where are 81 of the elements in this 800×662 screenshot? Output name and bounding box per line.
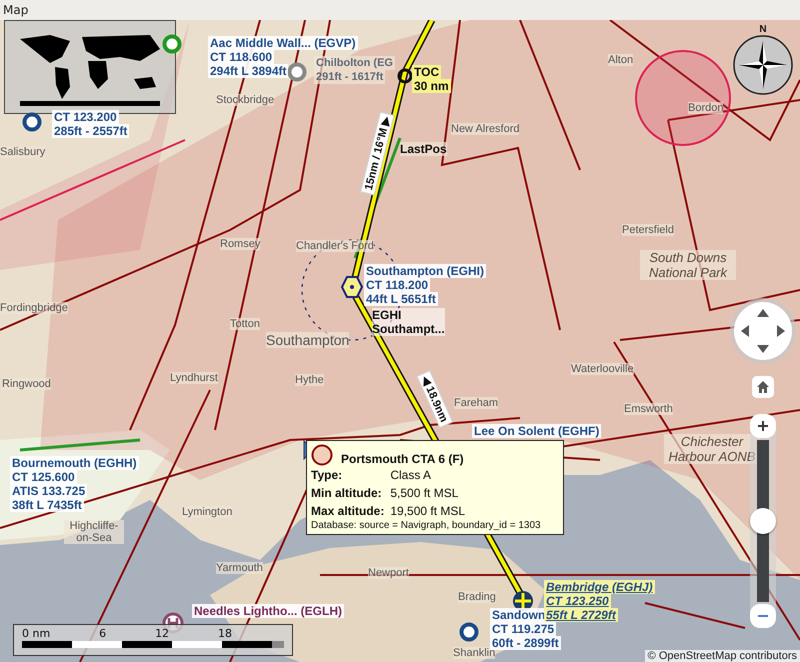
airport-label[interactable]: Bournemouth (EGHH) [10, 456, 139, 470]
airspace-area[interactable] [0, 20, 190, 270]
place-label: Emsworth [624, 403, 673, 415]
place-label: Petersfield [622, 224, 674, 236]
airspace-boundary[interactable] [519, 20, 581, 170]
place-label: Newport [368, 567, 409, 579]
attribution-text[interactable]: © OpenStreetMap contributors [644, 650, 800, 662]
waypoint-icon[interactable] [395, 66, 415, 86]
place-label: Chandler's Ford [296, 240, 374, 252]
airport-label[interactable]: 285ft - 2557ft [52, 124, 130, 138]
airport-label[interactable]: 55ft L 2729ft [544, 608, 618, 622]
field-label: Type: [311, 468, 344, 482]
place-label: New Alresford [451, 123, 520, 135]
plus-icon [757, 420, 769, 432]
place-label: Totton [230, 318, 260, 330]
window-title: Map [3, 3, 28, 17]
airport-label[interactable]: CT 125.600 [10, 470, 77, 484]
place-label: Highcliffe-on-Sea [64, 520, 124, 544]
airport-label[interactable]: ATIS 133.725 [10, 484, 88, 498]
airspace-icon [311, 444, 333, 466]
position-label: LastPos [400, 142, 447, 156]
field-value: Class A [390, 468, 432, 482]
airport-label[interactable]: Needles Lightho... (EGLH) [192, 604, 344, 618]
restricted-area-circle[interactable] [635, 50, 731, 146]
airport-icon[interactable] [22, 112, 42, 132]
home-button[interactable] [752, 376, 774, 398]
airport-label[interactable]: CT 123.200 [52, 110, 119, 124]
airport-label[interactable]: 60ft - 2899ft [490, 636, 561, 650]
place-label: Yarmouth [216, 562, 263, 574]
place-label: Ringwood [2, 378, 51, 390]
tooltip-footer: Database: source = Navigraph, boundary_id = 1303 [311, 520, 559, 531]
airspace-boundary[interactable] [609, 20, 800, 142]
airport-icon[interactable] [459, 622, 479, 642]
place-label: Chichester Harbour AONB [664, 434, 760, 464]
field-value: 5,500 ft MSL [390, 486, 460, 500]
place-label: South Downs National Park [640, 250, 736, 280]
waypoint-label: 30 nm [412, 79, 451, 93]
overview-map[interactable] [4, 20, 176, 114]
place-label: Lyndhurst [170, 372, 218, 384]
airport-label[interactable]: Chilbolton (EG [314, 56, 395, 70]
airport-label[interactable]: 44ft L 5651ft [364, 292, 438, 306]
navaid-label: EGHI [372, 308, 445, 322]
field-label: Max altitude: [311, 504, 384, 518]
airport-label[interactable]: CT 118.200 [364, 278, 430, 292]
field-label: Min altitude: [311, 486, 383, 500]
place-label: Romsey [220, 238, 260, 250]
airport-label[interactable]: Lee On Solent (EGHF) [472, 424, 602, 438]
place-label: Brading [458, 591, 496, 603]
place-label: Waterlooville [571, 363, 634, 375]
home-icon [757, 381, 769, 393]
scale-label: 18 [218, 627, 232, 640]
place-label: Alton [608, 54, 634, 66]
place-label: Bordon [688, 102, 724, 114]
field-value: 19,500 ft MSL [390, 504, 466, 518]
airport-label[interactable]: 294ft L 3894ft [208, 64, 288, 78]
place-label: Shanklin [453, 647, 496, 659]
airport-label[interactable]: CT 119.275 [490, 622, 556, 636]
scale-label: 0 nm [22, 627, 50, 640]
airport-label[interactable]: Southampton (EGHI) [364, 264, 486, 278]
scale-label: 12 [155, 627, 170, 640]
place-label: Southampton [266, 332, 350, 348]
place-label: Fareham [454, 397, 498, 409]
airport-label[interactable]: CT 118.600 [208, 50, 274, 64]
place-label: Fordingbridge [0, 302, 68, 314]
scale-label: 6 [99, 627, 106, 640]
place-label: Hythe [295, 374, 324, 386]
place-label: Lymington [182, 506, 232, 518]
pan-control[interactable] [734, 302, 792, 360]
airport-label[interactable]: CT 123.250 [544, 594, 611, 608]
airport-label[interactable]: Aac Middle Wall... (EGVP) [208, 36, 358, 50]
place-label: Stockbridge [216, 94, 274, 106]
place-label: Salisbury [0, 146, 46, 158]
airport-label[interactable]: Bembridge (EGHJ) [544, 580, 655, 594]
north-label: N [759, 24, 767, 35]
airport-label[interactable]: 291ft - 1617ft [314, 70, 386, 84]
tooltip-title: Portsmouth CTA 6 (F) [341, 452, 464, 466]
compass-rose[interactable]: N [730, 24, 796, 95]
airspace-boundary[interactable] [668, 99, 800, 121]
waypoint-label: TOC [412, 65, 442, 79]
airport-label[interactable]: 38ft L 7435ft [10, 498, 84, 512]
navaid-label: Southampt... [372, 322, 445, 336]
